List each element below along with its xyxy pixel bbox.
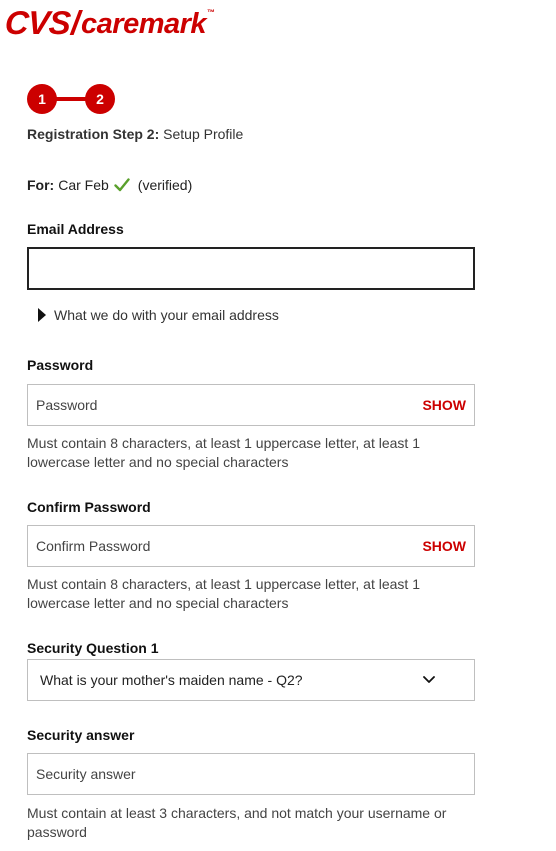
- security-answer-label: Security answer: [27, 727, 135, 743]
- member-verification: For: Car Feb (verified): [27, 177, 192, 193]
- email-usage-link[interactable]: What we do with your email address: [54, 307, 279, 323]
- for-label: For:: [27, 177, 55, 193]
- step-title-bold: Registration Step 2:: [27, 126, 160, 142]
- email-field-wrapper: [27, 247, 475, 290]
- confirm-password-input[interactable]: [36, 526, 415, 566]
- email-usage-disclosure[interactable]: What we do with your email address: [38, 307, 279, 323]
- logo-cvs-text: CVS: [3, 4, 72, 41]
- chevron-down-icon: [423, 676, 435, 683]
- password-show-toggle[interactable]: SHOW: [422, 397, 466, 413]
- confirm-password-show-toggle[interactable]: SHOW: [422, 538, 466, 554]
- verified-text: (verified): [137, 177, 193, 193]
- email-label: Email Address: [27, 221, 124, 237]
- logo-slash: /: [70, 4, 81, 41]
- step-1-indicator: 1: [27, 84, 57, 114]
- password-label: Password: [27, 357, 94, 373]
- password-field-wrapper: SHOW: [27, 384, 475, 426]
- email-field[interactable]: [37, 249, 465, 288]
- cvs-caremark-logo: CVS / caremark ™: [3, 4, 216, 41]
- step-title-rest: Setup Profile: [163, 126, 244, 142]
- confirm-password-field-wrapper: SHOW: [27, 525, 475, 567]
- security-question-selected: What is your mother's maiden name - Q2?: [40, 672, 303, 688]
- password-input[interactable]: [36, 385, 415, 425]
- confirm-password-hint: Must contain 8 characters, at least 1 up…: [27, 576, 420, 611]
- security-question-label: Security Question 1: [27, 640, 159, 656]
- password-hint: Must contain 8 characters, at least 1 up…: [27, 435, 420, 470]
- security-answer-hint: Must contain at least 3 characters, and …: [27, 805, 447, 840]
- confirm-password-label: Confirm Password: [27, 499, 151, 515]
- logo-caremark-text: caremark: [81, 8, 207, 40]
- step-title: Registration Step 2: Setup Profile: [27, 126, 243, 142]
- expand-triangle-icon: [38, 308, 46, 322]
- security-answer-input[interactable]: [36, 754, 466, 794]
- checkmark-icon: [114, 178, 130, 192]
- registration-stepper: 1 2: [27, 84, 117, 114]
- security-question-select[interactable]: What is your mother's maiden name - Q2?: [27, 659, 475, 701]
- step-2-indicator: 2: [85, 84, 115, 114]
- logo-trademark: ™: [207, 8, 216, 17]
- security-answer-field-wrapper: [27, 753, 475, 795]
- member-name: Car Feb: [58, 177, 109, 193]
